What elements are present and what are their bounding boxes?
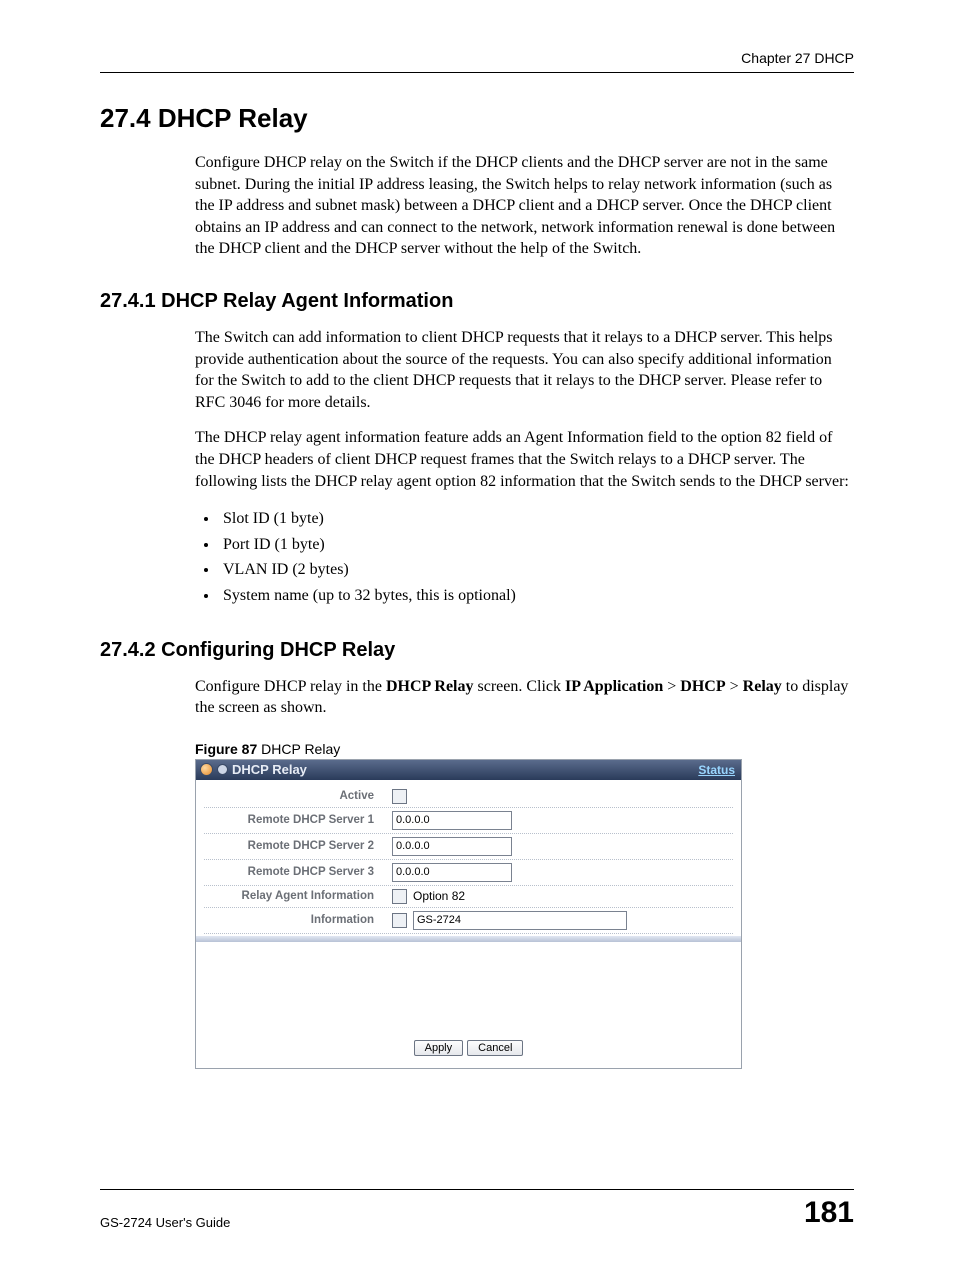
- text: >: [663, 678, 680, 695]
- option82-list: Slot ID (1 byte) Port ID (1 byte) VLAN I…: [195, 506, 854, 608]
- header-rule: [100, 72, 854, 73]
- list-item: Slot ID (1 byte): [219, 506, 854, 532]
- server2-input[interactable]: [392, 837, 512, 856]
- titlebar-dot-icon: [217, 764, 228, 775]
- subsection-27-4-2: 27.4.2 Configuring DHCP Relay: [100, 639, 854, 662]
- dhcp-relay-screenshot: DHCP Relay Status Active Remote DHCP Ser…: [195, 759, 742, 1069]
- row-server2: Remote DHCP Server 2: [204, 834, 733, 860]
- information-checkbox[interactable]: [392, 913, 407, 928]
- panel-titlebar: DHCP Relay Status: [196, 760, 741, 780]
- figure-title: DHCP Relay: [257, 741, 340, 757]
- bold-term: DHCP Relay: [386, 678, 474, 695]
- option82-label: Option 82: [413, 889, 465, 903]
- sub2-paragraph: Configure DHCP relay in the DHCP Relay s…: [195, 676, 854, 719]
- label-server1: Remote DHCP Server 1: [204, 814, 392, 826]
- list-item: VLAN ID (2 bytes): [219, 557, 854, 583]
- chapter-header: Chapter 27 DHCP: [100, 50, 854, 66]
- row-server1: Remote DHCP Server 1: [204, 808, 733, 834]
- bold-term: DHCP: [680, 678, 725, 695]
- panel-spacer: [204, 942, 733, 1032]
- cancel-button[interactable]: Cancel: [467, 1040, 523, 1056]
- apply-button[interactable]: Apply: [414, 1040, 464, 1056]
- server1-input[interactable]: [392, 811, 512, 830]
- subsection-27-4-1: 27.4.1 DHCP Relay Agent Information: [100, 290, 854, 313]
- text: screen. Click: [473, 678, 565, 695]
- page-number: 181: [804, 1196, 854, 1230]
- titlebar-dot-icon: [200, 763, 213, 776]
- figure-caption: Figure 87 DHCP Relay: [195, 741, 854, 757]
- text: >: [726, 678, 743, 695]
- section-heading: 27.4 DHCP Relay: [100, 103, 854, 134]
- sub1-paragraph-1: The Switch can add information to client…: [195, 327, 854, 413]
- information-input[interactable]: [413, 911, 627, 930]
- label-rai: Relay Agent Information: [204, 890, 392, 902]
- text: Configure DHCP relay in the: [195, 678, 386, 695]
- figure-label: Figure 87: [195, 741, 257, 757]
- section-intro: Configure DHCP relay on the Switch if th…: [195, 152, 854, 260]
- list-item: Port ID (1 byte): [219, 532, 854, 558]
- panel-body: Active Remote DHCP Server 1 Remote DHCP …: [196, 780, 741, 1068]
- label-active: Active: [204, 790, 392, 802]
- bold-term: Relay: [743, 678, 782, 695]
- bold-term: IP Application: [565, 678, 663, 695]
- active-checkbox[interactable]: [392, 789, 407, 804]
- page-footer: GS-2724 User's Guide 181: [100, 1196, 854, 1230]
- footer-rule: [100, 1189, 854, 1190]
- row-information: Information: [204, 908, 733, 934]
- row-relay-agent-info: Relay Agent Information Option 82: [204, 886, 733, 908]
- server3-input[interactable]: [392, 863, 512, 882]
- button-row: Apply Cancel: [204, 1032, 733, 1066]
- label-information: Information: [204, 914, 392, 926]
- row-server3: Remote DHCP Server 3: [204, 860, 733, 886]
- label-server2: Remote DHCP Server 2: [204, 840, 392, 852]
- panel-title: DHCP Relay: [232, 762, 307, 777]
- option82-checkbox[interactable]: [392, 889, 407, 904]
- sub1-paragraph-2: The DHCP relay agent information feature…: [195, 427, 854, 492]
- row-active: Active: [204, 786, 733, 808]
- list-item: System name (up to 32 bytes, this is opt…: [219, 583, 854, 609]
- label-server3: Remote DHCP Server 3: [204, 866, 392, 878]
- footer-guide-name: GS-2724 User's Guide: [100, 1215, 230, 1230]
- status-link[interactable]: Status: [698, 763, 735, 777]
